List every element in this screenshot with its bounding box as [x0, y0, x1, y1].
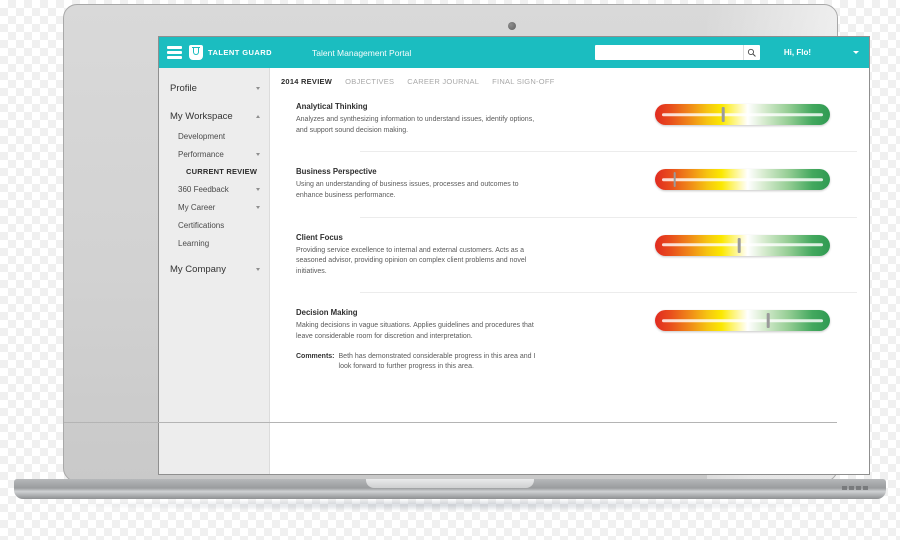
- laptop-base: [14, 479, 886, 499]
- competency-text: Analytical Thinking Analyzes and synthes…: [296, 102, 606, 136]
- sidebar-item-profile[interactable]: Profile: [159, 77, 269, 99]
- sidebar-item-certifications[interactable]: Certifications: [159, 216, 269, 234]
- app-body: Profile My Workspace Development Perform…: [159, 68, 869, 474]
- sidebar-item-my-workspace[interactable]: My Workspace: [159, 105, 269, 127]
- sidebar-item-label: Development: [178, 131, 226, 141]
- sidebar-item-my-career[interactable]: My Career: [159, 198, 269, 216]
- laptop-base-notch: [366, 479, 534, 488]
- slider-track: [662, 178, 823, 182]
- slider-thumb[interactable]: [721, 107, 725, 122]
- search-box[interactable]: [594, 45, 760, 63]
- sidebar-item-label: CURRENT REVIEW: [186, 167, 258, 176]
- competency-description: Analyzes and synthesizing information to…: [296, 116, 535, 134]
- tab-objectives[interactable]: OBJECTIVES: [345, 77, 394, 86]
- search-input[interactable]: [594, 48, 760, 63]
- rating-slider[interactable]: [655, 169, 830, 191]
- sidebar-item-360-feedback[interactable]: 360 Feedback: [159, 180, 269, 198]
- tab-bar: 2014 REVIEW OBJECTIVES CAREER JOURNAL FI…: [270, 77, 869, 86]
- rating-slider[interactable]: [655, 310, 830, 332]
- sidebar-item-label: Learning: [178, 238, 210, 248]
- sidebar-item-learning[interactable]: Learning: [159, 234, 269, 252]
- competency-comments: Comments: Beth has demonstrated consider…: [296, 352, 548, 373]
- laptop-shadow: [60, 499, 840, 511]
- sidebar-item-label: 360 Feedback: [178, 184, 229, 194]
- sidebar-item-label: My Workspace: [170, 110, 233, 122]
- chevron-down-icon: [256, 86, 260, 90]
- slider-track: [662, 112, 823, 117]
- competency-title: Client Focus: [296, 232, 343, 242]
- sidebar-item-label: Performance: [178, 149, 224, 159]
- competency-description: Making decisions in vague situations. Ap…: [296, 322, 534, 340]
- competency-row: Business Perspective Using an understand…: [270, 167, 869, 201]
- slider-thumb[interactable]: [737, 237, 741, 253]
- sidebar-item-label: My Company: [170, 263, 226, 275]
- tab-career-journal[interactable]: CAREER JOURNAL: [407, 77, 479, 86]
- tab-final-sign-off[interactable]: FINAL SIGN-OFF: [492, 77, 554, 86]
- competency-title: Decision Making: [296, 308, 358, 318]
- laptop-lid: TALENT GUARD Talent Management Portal Hi…: [63, 4, 870, 482]
- comments-label: Comments:: [296, 352, 335, 360]
- rating-slider-cell: [655, 233, 869, 256]
- chevron-up-icon: [256, 114, 260, 118]
- sidebar-item-development[interactable]: Development: [159, 127, 269, 145]
- webcam-icon: [508, 22, 516, 30]
- tab-2014-review[interactable]: 2014 REVIEW: [281, 77, 332, 86]
- competency-text: Business Perspective Using an understand…: [296, 167, 606, 201]
- portal-title: Talent Management Portal: [312, 47, 412, 58]
- laptop-base-vent: [842, 486, 868, 490]
- chevron-down-icon: [256, 152, 260, 156]
- competency-row: Decision Making Making decisions in vagu…: [270, 308, 869, 373]
- main-content: 2014 REVIEW OBJECTIVES CAREER JOURNAL FI…: [270, 68, 869, 474]
- rating-slider[interactable]: [655, 234, 830, 256]
- screenshot-stage: TALENT GUARD Talent Management Portal Hi…: [0, 0, 900, 540]
- chevron-down-icon: [256, 267, 260, 271]
- section-divider: [360, 216, 857, 218]
- header-right-group: Hi, Flo!: [594, 45, 869, 63]
- competency-title: Business Perspective: [296, 167, 377, 177]
- chevron-down-icon[interactable]: [853, 51, 859, 54]
- hamburger-menu-icon[interactable]: [167, 46, 182, 59]
- brand-name: TALENT GUARD: [208, 48, 273, 57]
- competency-description: Using an understanding of business issue…: [296, 181, 519, 199]
- section-divider: [360, 292, 857, 294]
- laptop-screen: TALENT GUARD Talent Management Portal Hi…: [158, 36, 870, 475]
- chevron-down-icon: [256, 205, 260, 209]
- slider-track: [662, 243, 823, 247]
- section-divider: [360, 151, 857, 153]
- sidebar-item-label: Certifications: [178, 220, 225, 230]
- app-header: TALENT GUARD Talent Management Portal Hi…: [159, 37, 869, 68]
- sidebar-item-label: My Career: [178, 202, 216, 212]
- sidebar: Profile My Workspace Development Perform…: [159, 68, 270, 474]
- competency-title: Analytical Thinking: [296, 102, 368, 111]
- competency-text: Decision Making Making decisions in vagu…: [296, 308, 606, 373]
- sidebar-item-label: Profile: [170, 82, 197, 94]
- rating-slider-cell: [655, 308, 869, 332]
- slider-thumb[interactable]: [673, 172, 677, 188]
- rating-slider-cell: [655, 167, 869, 191]
- chevron-down-icon: [256, 187, 260, 191]
- comments-text: Beth has demonstrated considerable progr…: [338, 352, 536, 371]
- competency-row: Analytical Thinking Analyzes and synthes…: [270, 102, 869, 136]
- sidebar-item-current-review[interactable]: CURRENT REVIEW: [159, 163, 269, 180]
- search-icon[interactable]: [742, 45, 760, 60]
- slider-track: [662, 319, 823, 323]
- sidebar-item-my-company[interactable]: My Company: [159, 258, 269, 280]
- rating-slider-cell: [655, 102, 869, 125]
- competency-description: Providing service excellence to internal…: [296, 246, 527, 275]
- talentguard-shield-icon: [189, 45, 203, 60]
- sidebar-item-performance[interactable]: Performance: [159, 145, 269, 163]
- competency-text: Client Focus Providing service excellenc…: [296, 233, 606, 278]
- competency-row: Client Focus Providing service excellenc…: [270, 233, 869, 278]
- slider-thumb[interactable]: [766, 313, 770, 329]
- brand-logo[interactable]: TALENT GUARD: [189, 45, 272, 60]
- user-greeting[interactable]: Hi, Flo!: [784, 48, 811, 57]
- rating-slider[interactable]: [655, 104, 830, 125]
